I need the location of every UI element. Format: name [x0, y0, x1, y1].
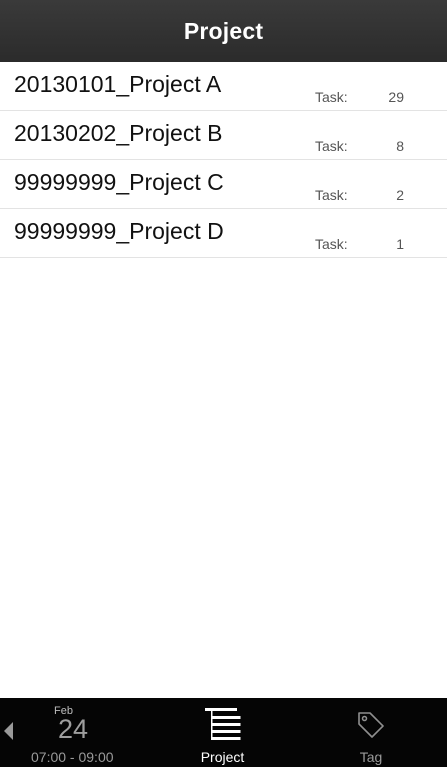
task-label: Task: [315, 236, 348, 252]
project-name: 99999999_Project D [14, 218, 224, 244]
project-tree-icon [204, 708, 242, 747]
project-name: 20130101_Project A [14, 71, 222, 97]
project-row[interactable]: 20130202_Project B Task: 8 [0, 111, 447, 160]
tab-tag-label: Tag [359, 749, 383, 765]
project-name: 20130202_Project B [14, 120, 223, 146]
tab-bar: Feb 24 07:00 - 09:00 Project Tag [0, 698, 447, 767]
task-count: 8 [396, 138, 404, 154]
task-label: Task: [315, 138, 348, 154]
page-title: Project [183, 17, 264, 44]
time-range: 07:00 - 09:00 [31, 749, 114, 765]
tab-tag[interactable]: Tag [335, 698, 407, 767]
project-screen: Project 20130101_Project A Task: 29 2013… [0, 0, 447, 767]
task-label: Task: [315, 89, 348, 105]
tab-project[interactable]: Project [180, 698, 265, 767]
project-row[interactable]: 99999999_Project C Task: 2 [0, 160, 447, 209]
task-count: 2 [396, 187, 404, 203]
project-name: 99999999_Project C [14, 169, 224, 195]
tab-project-label: Project [200, 749, 245, 765]
navigation-bar: Project [0, 0, 447, 62]
previous-arrow-icon[interactable] [4, 722, 13, 740]
task-count: 1 [396, 236, 404, 252]
tag-icon [356, 710, 386, 745]
project-list: 20130101_Project A Task: 29 20130202_Pro… [0, 62, 447, 258]
date-day: 24 [58, 714, 89, 744]
project-row[interactable]: 20130101_Project A Task: 29 [0, 62, 447, 111]
project-row[interactable]: 99999999_Project D Task: 1 [0, 209, 447, 258]
task-count: 29 [388, 89, 404, 105]
task-label: Task: [315, 187, 348, 203]
